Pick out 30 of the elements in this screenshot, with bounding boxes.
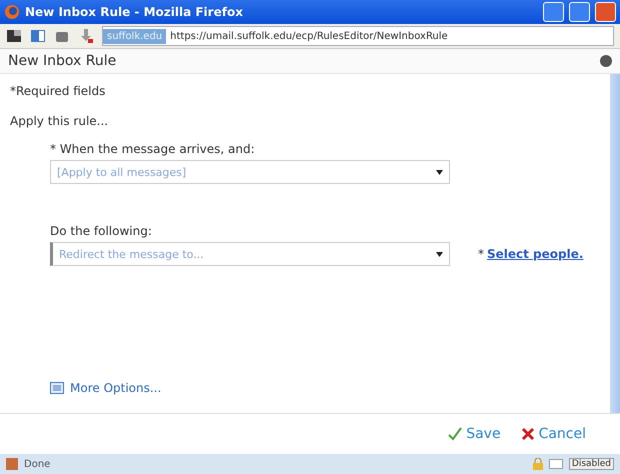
- more-options-link[interactable]: More Options...: [50, 381, 602, 395]
- dropdown[interactable]: Redirect the message to...: [50, 242, 450, 266]
- addon-status[interactable]: Disabled: [568, 458, 614, 470]
- page-heading: New Inbox Rule: [8, 53, 118, 69]
- select-people-link[interactable]: Select people.: [487, 247, 584, 261]
- scrollbar[interactable]: [610, 74, 620, 413]
- save-button[interactable]: Save: [444, 424, 505, 444]
- close-button[interactable]: [595, 2, 616, 22]
- condition-label: Do the following:: [50, 224, 153, 238]
- url-text: https://umail.suffolk.edu/ecp/RulesEditor/NewInboxRule: [169, 30, 449, 42]
- section-label: Apply this rule...: [10, 114, 110, 128]
- browser-logo-icon: [4, 4, 20, 20]
- minimize-button[interactable]: [543, 2, 564, 22]
- maximize-button[interactable]: [569, 2, 590, 22]
- x-icon: [520, 427, 535, 441]
- caret-icon: [436, 170, 443, 174]
- caret-icon: [436, 252, 443, 256]
- cancel-button[interactable]: Cancel: [516, 424, 590, 444]
- required-mark: *: [478, 247, 484, 261]
- lock-icon: [532, 458, 543, 470]
- address-bar[interactable]: suffolk.edu https://umail.suffolk.edu/ecp/RulesEditor/NewInboxRule: [102, 26, 614, 46]
- required-note: *Required fields: [10, 84, 106, 98]
- list-icon: [50, 382, 64, 394]
- status-text: Done: [24, 458, 52, 470]
- check-icon: [448, 427, 462, 441]
- condition-label: * When the message arrives, and:: [50, 142, 256, 156]
- dropdown[interactable]: [Apply to all messages]: [50, 160, 450, 184]
- site-identity[interactable]: suffolk.edu: [103, 28, 166, 44]
- window-icon[interactable]: [6, 28, 22, 44]
- window-title: New Inbox Rule - Mozilla Firefox: [25, 5, 244, 19]
